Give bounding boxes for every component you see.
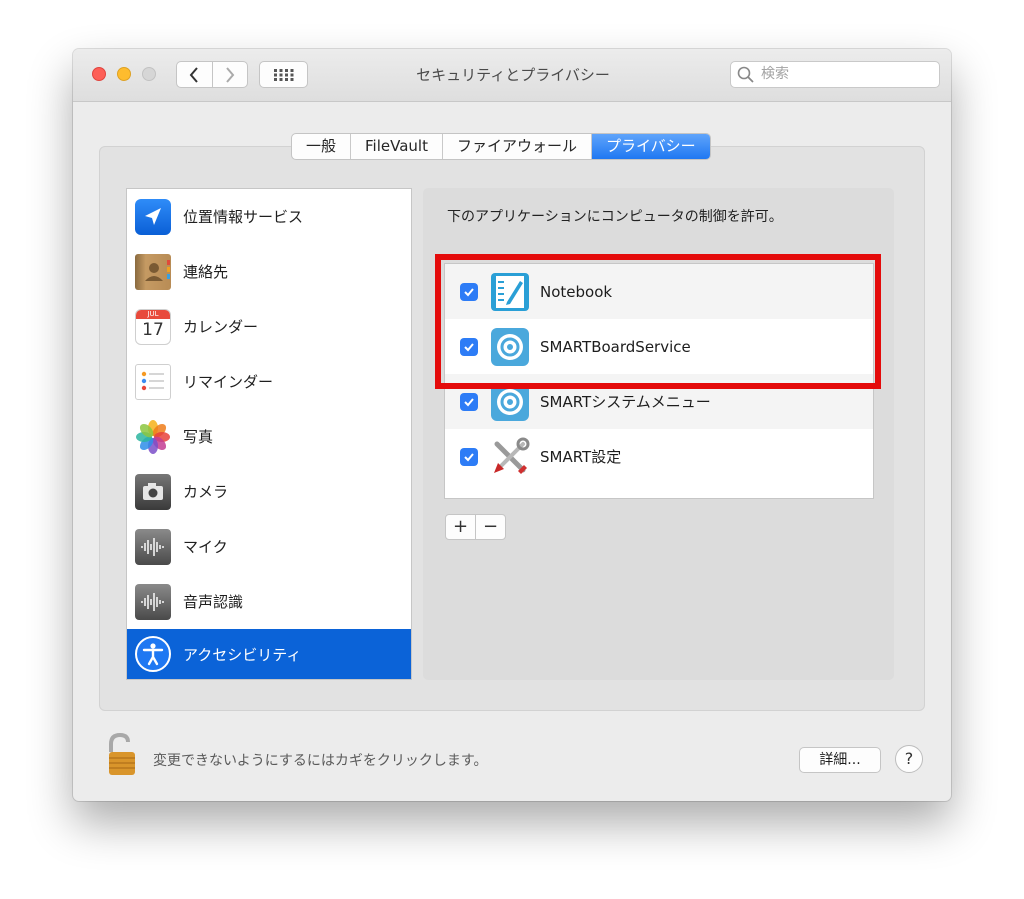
add-remove-buttons: + − bbox=[445, 514, 506, 540]
photos-flower-icon bbox=[135, 418, 171, 455]
location-arrow-icon bbox=[135, 198, 171, 235]
sidebar-item-photos[interactable]: 写真 bbox=[127, 409, 411, 464]
checkmark-icon bbox=[464, 397, 474, 406]
microphone-waveform-icon bbox=[135, 528, 171, 565]
app-name: Notebook bbox=[540, 282, 613, 301]
search-field[interactable]: 検索 bbox=[730, 61, 940, 88]
app-name: SMART設定 bbox=[540, 448, 622, 466]
sidebar-item-accessibility[interactable]: アクセシビリティ bbox=[127, 629, 411, 679]
app-name: SMARTBoardService bbox=[540, 337, 691, 356]
zoom-button[interactable] bbox=[142, 67, 156, 81]
list-item-notebook[interactable]: Notebook bbox=[445, 264, 873, 319]
sidebar-item-calendar[interactable]: JUL 17 カレンダー bbox=[127, 299, 411, 354]
chevron-left-icon bbox=[189, 66, 199, 83]
list-item-smart-settings[interactable]: SMART設定 bbox=[445, 429, 873, 484]
sidebar-item-reminders[interactable]: リマインダー bbox=[127, 354, 411, 409]
navigation-buttons bbox=[176, 61, 248, 88]
permission-description: 下のアプリケーションにコンピュータの制御を許可。 bbox=[447, 209, 783, 225]
sidebar-item-label: リマインダー bbox=[183, 373, 274, 391]
sidebar-item-label: 位置情報サービス bbox=[183, 208, 304, 226]
advanced-button[interactable]: 詳細... bbox=[799, 747, 881, 773]
reminders-list-icon bbox=[135, 363, 171, 400]
app-checkbox[interactable] bbox=[460, 337, 478, 356]
camera-icon bbox=[135, 473, 171, 510]
sidebar-item-label: カレンダー bbox=[183, 318, 259, 336]
sidebar-item-label: 写真 bbox=[183, 428, 214, 446]
minimize-button[interactable] bbox=[117, 67, 131, 81]
calendar-day: 17 bbox=[142, 319, 164, 340]
sidebar-item-camera[interactable]: カメラ bbox=[127, 464, 411, 519]
tab-firewall[interactable]: ファイアウォール bbox=[443, 134, 592, 159]
sidebar-item-label: マイク bbox=[183, 538, 228, 556]
help-button[interactable]: ? bbox=[895, 745, 923, 773]
app-name: SMARTシステムメニュー bbox=[540, 393, 711, 411]
remove-app-button[interactable]: − bbox=[476, 515, 505, 539]
checkmark-icon bbox=[464, 342, 474, 351]
sidebar-item-contacts[interactable]: 連絡先 bbox=[127, 244, 411, 299]
allowed-apps-list[interactable]: Notebook SMARTBoardService SMARTシステムメニュー… bbox=[444, 263, 874, 499]
smart-settings-tools-icon bbox=[489, 436, 531, 478]
tab-general[interactable]: 一般 bbox=[292, 134, 352, 159]
close-button[interactable] bbox=[92, 67, 106, 81]
sidebar-item-location-services[interactable]: 位置情報サービス bbox=[127, 189, 411, 244]
privacy-category-list[interactable]: 位置情報サービス 連絡先 JUL 17 カレンダー リマインダー 写真 カメラ … bbox=[126, 188, 412, 680]
calendar-icon: JUL 17 bbox=[135, 308, 171, 345]
forward-button[interactable] bbox=[213, 62, 248, 87]
sidebar-item-label: 連絡先 bbox=[183, 263, 229, 281]
sidebar-item-label: 音声認識 bbox=[183, 593, 244, 611]
title-bar: セキュリティとプライバシー 検索 bbox=[73, 49, 951, 102]
window-title: セキュリティとプライバシー bbox=[416, 66, 610, 84]
grid-icon bbox=[273, 68, 293, 81]
speech-waveform-icon bbox=[135, 583, 171, 620]
sidebar-item-label: カメラ bbox=[183, 483, 229, 501]
tab-privacy[interactable]: プライバシー bbox=[591, 134, 710, 159]
checkmark-icon bbox=[464, 452, 474, 461]
search-icon bbox=[737, 66, 754, 83]
contacts-book-icon bbox=[135, 253, 171, 290]
search-placeholder: 検索 bbox=[761, 66, 789, 82]
preferences-window: セキュリティとプライバシー 検索 一般 FileVault ファイアウォール プ… bbox=[73, 49, 951, 801]
calendar-month: JUL bbox=[136, 309, 170, 319]
smart-board-service-icon bbox=[489, 326, 531, 368]
sidebar-item-speech-recognition[interactable]: 音声認識 bbox=[127, 574, 411, 629]
add-app-button[interactable]: + bbox=[446, 515, 476, 539]
smart-system-menu-icon bbox=[489, 381, 531, 423]
sidebar-item-label: アクセシビリティ bbox=[183, 645, 302, 664]
show-all-button[interactable] bbox=[259, 61, 308, 88]
back-button[interactable] bbox=[177, 62, 213, 87]
app-checkbox[interactable] bbox=[460, 282, 478, 301]
accessibility-person-icon bbox=[135, 636, 171, 672]
chevron-right-icon bbox=[225, 66, 235, 83]
notebook-app-icon bbox=[489, 271, 531, 313]
list-item-smartboardservice[interactable]: SMARTBoardService bbox=[445, 319, 873, 374]
tab-bar: 一般 FileVault ファイアウォール プライバシー bbox=[291, 133, 711, 160]
lock-instruction-text: 変更できないようにするにはカギをクリックします。 bbox=[153, 753, 488, 769]
sidebar-item-microphone[interactable]: マイク bbox=[127, 519, 411, 574]
list-item-smart-system-menu[interactable]: SMARTシステムメニュー bbox=[445, 374, 873, 429]
checkmark-icon bbox=[464, 287, 474, 296]
app-checkbox[interactable] bbox=[460, 447, 478, 466]
app-checkbox[interactable] bbox=[460, 392, 478, 411]
unlocked-padlock-icon[interactable] bbox=[101, 732, 143, 778]
tab-filevault[interactable]: FileVault bbox=[351, 134, 443, 159]
